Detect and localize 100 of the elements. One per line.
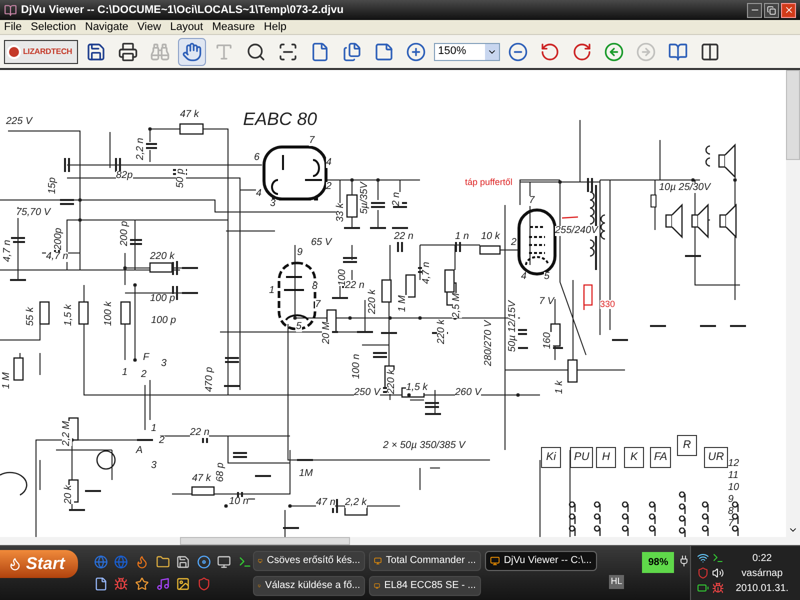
schematic-label: 5 [296, 322, 302, 332]
star-icon[interactable] [135, 577, 149, 591]
schematic-label: 1M [299, 469, 313, 479]
scrollbar-thumb[interactable] [786, 70, 800, 160]
schematic-label: 100 p [151, 316, 176, 326]
bug-icon[interactable] [114, 577, 128, 591]
binoculars-icon [150, 42, 170, 62]
zoom-icon [246, 42, 266, 62]
music-icon[interactable] [156, 577, 170, 591]
handwritten-note: 330 [600, 300, 616, 309]
schematic-label: 1 [151, 424, 157, 434]
schematic-label: 1 n [455, 232, 469, 242]
schematic-label: 1 M [398, 295, 408, 312]
menu-item[interactable]: Selection [30, 22, 76, 32]
schematic-label: 4 [256, 189, 262, 199]
schematic-label: 4 [326, 158, 332, 168]
switch-label: UR [704, 447, 728, 468]
schematic-label: 4,7 n [3, 240, 13, 262]
schematic-label: 3 [151, 461, 157, 471]
schematic-label: 2,2 k [345, 498, 367, 508]
document-icon[interactable] [94, 577, 108, 591]
restore-button[interactable] [764, 2, 779, 18]
schematic-label: 2,2 n [136, 138, 146, 160]
menu-item[interactable]: Navigate [85, 22, 128, 32]
fit-page-icon [374, 42, 394, 62]
schematic-label: 10 n [229, 497, 248, 507]
restore-icon [767, 6, 776, 14]
hand-button[interactable] [178, 38, 206, 66]
schematic-label: 470 p [205, 366, 215, 392]
schematic-label: 47 k [192, 474, 211, 484]
switch-label: H [596, 447, 616, 468]
taskbar-button[interactable]: DjVu Viewer -- C:\... [484, 550, 597, 570]
window-title: DjVu Viewer -- C:\DOCUME~1\Oci\LOCALS~1\Temp\073-2.djvu [21, 2, 344, 18]
schematic-label: F [143, 353, 150, 363]
globe-icon[interactable] [94, 555, 108, 569]
schematic-label: 1 [122, 368, 128, 378]
menu-item[interactable]: Help [264, 22, 287, 32]
menu-item[interactable]: View [137, 22, 162, 32]
row-number: 10 [728, 483, 740, 493]
schematic-label: 75,70 V [16, 208, 50, 218]
disc-icon[interactable] [196, 555, 211, 569]
schematic-label: 255/240V [555, 226, 598, 236]
app-icon [4, 4, 17, 16]
minimize-button[interactable] [747, 2, 762, 18]
app-tray-icon[interactable] [712, 552, 724, 564]
menu-item[interactable]: File [4, 22, 22, 32]
schematic-label: 7 [315, 300, 321, 310]
schematic-label: 250 V [354, 388, 380, 398]
zoom-dropdown[interactable]: 150% [434, 42, 500, 60]
scan-icon [278, 42, 298, 62]
security-icon[interactable] [697, 567, 710, 579]
tube-title: EABC 80 [243, 110, 318, 128]
battery-icon[interactable] [697, 582, 710, 594]
row-number: 12 [728, 459, 740, 469]
schematic-label: 9 [297, 248, 303, 258]
schematic-label: 65 V [311, 238, 332, 248]
image-icon[interactable] [176, 577, 190, 591]
schematic-label: 22 n [190, 428, 210, 438]
hl-indicator: HL [608, 575, 624, 589]
schematic-label: 200p [54, 228, 64, 250]
floppy-icon[interactable] [176, 555, 190, 569]
start-button[interactable]: Start [0, 550, 78, 578]
taskbar-button[interactable]: EL84 ECC85 SE - ... [369, 576, 481, 596]
schematic-label: 50 p [176, 168, 186, 188]
row-number: 7 [728, 519, 734, 529]
schematic-label: 8 [312, 282, 318, 292]
taskbar-button[interactable]: Total Commander ... [369, 550, 481, 570]
schematic-label: 7 V [539, 297, 554, 307]
schematic-label: 10 k [481, 232, 500, 242]
shield-icon[interactable] [196, 577, 211, 591]
taskbar-button[interactable]: Csöves erősítő kés... [253, 550, 366, 570]
handwritten-note: táp puffertől [465, 178, 512, 187]
switch-label: R [677, 435, 697, 456]
monitor-icon[interactable] [217, 555, 232, 569]
volume-icon[interactable] [712, 567, 724, 579]
vertical-scrollbar[interactable] [786, 70, 800, 537]
hand-icon [182, 42, 202, 62]
horizontal-scrollbar[interactable] [0, 537, 800, 545]
terminal-icon[interactable] [238, 555, 252, 569]
scrollbar-thumb[interactable] [180, 537, 350, 545]
logo-button[interactable]: LIZARDTECH [4, 40, 78, 64]
browser-icon[interactable] [114, 555, 128, 569]
single-page-icon [310, 42, 330, 62]
schematic-label: 47 n [316, 498, 336, 508]
schematic-label: 2 × 50µ 350/385 V [383, 441, 466, 451]
close-icon [784, 5, 794, 15]
schematic-label: 2,5 M [452, 292, 462, 318]
flame-icon[interactable] [135, 555, 149, 569]
close-button[interactable] [781, 2, 796, 18]
schematic-label: 7 [309, 136, 315, 146]
menu-item[interactable]: Layout [170, 22, 204, 32]
schematic-label: 20 M [322, 322, 332, 344]
thumbnails-icon [668, 42, 688, 62]
schematic-label: 220 k [437, 320, 447, 344]
folder-icon[interactable] [156, 555, 170, 569]
menu-item[interactable]: Measure [212, 22, 255, 32]
taskbar-button[interactable]: Válasz küldése a fő... [253, 576, 366, 596]
schematic-label: 220 k [368, 290, 378, 314]
schematic-label: 2 [511, 238, 517, 248]
schematic-label: 100 k [104, 302, 114, 326]
